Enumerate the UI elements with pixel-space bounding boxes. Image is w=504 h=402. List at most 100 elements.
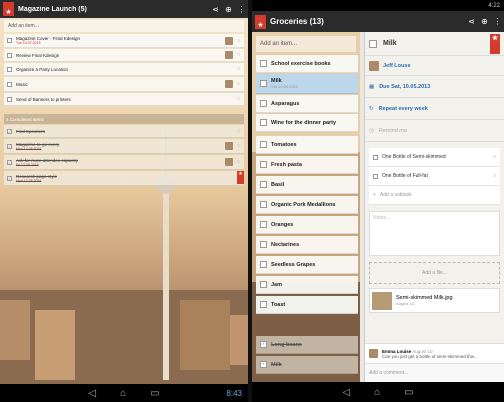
task-row[interactable]: Send of Banners to printers ☆ [4, 93, 244, 106]
task-checkbox[interactable] [260, 119, 267, 126]
add-user-icon[interactable]: ⊕ [222, 5, 235, 14]
task-row[interactable]: Music ☆ [4, 77, 244, 92]
task-checkbox-checked[interactable]: ✓ [7, 175, 12, 181]
task-checkbox[interactable] [260, 141, 267, 148]
task-checkbox-checked[interactable]: ✓ [7, 143, 12, 149]
system-nav-bar: ◁ ⌂ ▭ 8:43 [0, 384, 248, 402]
notes-field[interactable]: Notes... [369, 211, 500, 256]
task-row[interactable]: Organic Pork Medallions [256, 196, 358, 214]
recent-apps-icon[interactable]: ▭ [150, 388, 159, 399]
share-icon[interactable]: ⋖ [465, 17, 478, 26]
task-title: Toast [271, 301, 286, 308]
task-checkbox[interactable] [260, 80, 267, 87]
subtask-checkbox[interactable] [373, 173, 378, 179]
task-checkbox[interactable] [260, 60, 267, 67]
add-item-input[interactable]: Add an item... [256, 36, 356, 52]
recent-apps-icon[interactable]: ▭ [404, 387, 413, 398]
back-icon[interactable]: ◁ [88, 388, 96, 399]
subtask-row[interactable]: One Bottle of Semi-skimmed ≡ [369, 148, 500, 167]
task-row[interactable]: Nectarines [256, 236, 358, 254]
task-checkbox[interactable] [260, 241, 267, 248]
star-icon[interactable]: ☆ [237, 38, 241, 44]
drag-handle-icon[interactable]: ≡ [493, 173, 496, 179]
task-checkbox[interactable] [7, 96, 12, 102]
overflow-menu-icon[interactable]: ⋮ [491, 17, 504, 26]
task-checkbox[interactable] [260, 161, 267, 168]
add-subtask-button[interactable]: + Add a subtask [369, 186, 500, 205]
star-icon[interactable]: ☆ [237, 159, 241, 165]
task-row[interactable]: Basil [256, 176, 358, 194]
completed-task-row[interactable]: ✓ Milk [256, 356, 358, 374]
completed-task-row[interactable]: ✓ Research page style Mon 17.08.2015 [4, 171, 244, 186]
task-checkbox[interactable] [260, 100, 267, 107]
overflow-menu-icon[interactable]: ⋮ [235, 5, 248, 14]
task-checkbox[interactable] [260, 281, 267, 288]
avatar [224, 142, 233, 150]
task-row[interactable]: Seedless Grapes [256, 256, 358, 274]
task-row[interactable]: Jam [256, 276, 358, 294]
task-checkbox-checked[interactable]: ✓ [7, 128, 12, 134]
app-bar: ★ Magazine Launch (5) ⋖ ⊕ ⋮ [0, 0, 248, 18]
subtask-checkbox[interactable] [373, 154, 378, 160]
task-checkbox[interactable] [260, 261, 267, 268]
completed-task-row[interactable]: ✓ Magazine to-go every Mon 17.08.2015 ☆ [4, 139, 244, 154]
task-checkbox[interactable] [7, 66, 12, 72]
subtask-row[interactable]: One Bottle of Full-fat ≡ [369, 167, 500, 186]
task-row[interactable]: Toast [256, 296, 358, 314]
file-attachment[interactable]: Semi-skimmed Milk.jpg August 10 [369, 288, 500, 313]
detail-checkbox[interactable] [369, 39, 377, 48]
star-icon[interactable]: ☆ [237, 96, 241, 102]
task-row-selected[interactable]: Milk Sat 10.05.2013 [256, 74, 358, 94]
task-checkbox[interactable] [260, 201, 267, 208]
task-row[interactable]: Asparagus [256, 95, 358, 113]
task-row[interactable]: Oranges [256, 216, 358, 234]
list-title: Groceries (13) [270, 17, 324, 26]
star-ribbon-icon[interactable]: ★ [490, 33, 500, 54]
task-row[interactable]: Tomatoes [256, 136, 358, 154]
list-title: Magazine Launch (5) [18, 5, 87, 13]
task-checkbox[interactable] [7, 38, 12, 43]
star-icon[interactable]: ☆ [237, 52, 241, 58]
task-checkbox[interactable] [7, 81, 12, 87]
task-detail-panel: Milk ★ Jeff Louse ▦ Due Sat, 10.05.2013 … [364, 32, 504, 382]
star-icon[interactable]: ☆ [237, 143, 241, 149]
starred-ribbon-icon[interactable]: ★ [237, 171, 244, 184]
completed-items-toggle[interactable]: 4 Completed Items [4, 114, 244, 124]
completed-task-row[interactable]: ✓ Ask for more attendee capacity Fri 17.0… [4, 155, 244, 170]
task-row[interactable]: Wine for the dinner party [256, 114, 358, 132]
task-checkbox[interactable] [7, 52, 12, 58]
star-icon[interactable]: ☆ [237, 128, 241, 134]
add-item-input[interactable]: Add an item... [4, 20, 244, 32]
task-row[interactable]: Fresh pasta [256, 156, 358, 174]
comment-date: August 10 [412, 348, 433, 354]
task-row[interactable]: School exercise books [256, 55, 358, 73]
home-icon[interactable]: ⌂ [374, 387, 380, 398]
add-comment-input[interactable]: Add a comment... [365, 363, 504, 382]
task-checkbox[interactable] [260, 181, 267, 188]
home-icon[interactable]: ⌂ [120, 388, 126, 399]
add-file-button[interactable]: Add a file... [369, 262, 500, 284]
task-row[interactable]: Organize a Party Location ☆ [4, 63, 244, 76]
add-user-icon[interactable]: ⊕ [478, 17, 491, 26]
task-checkbox[interactable] [260, 221, 267, 228]
task-checkbox-checked[interactable]: ✓ [260, 341, 267, 348]
task-checkbox-checked[interactable]: ✓ [260, 361, 267, 368]
completed-task-row[interactable]: ✓ Long beans [256, 336, 358, 354]
back-icon[interactable]: ◁ [342, 387, 350, 398]
detail-title[interactable]: Milk [383, 40, 490, 47]
share-icon[interactable]: ⋖ [209, 5, 222, 14]
star-icon[interactable]: ☆ [237, 66, 241, 72]
reminder-label: Remind me [378, 127, 407, 134]
repeat-row[interactable]: ↻ Repeat every week [365, 98, 504, 120]
task-row[interactable]: Magazine Cover - Final Kdesign Tue 14.07.… [4, 34, 244, 48]
task-row[interactable]: Review Final Kdesign ☆ [4, 49, 244, 62]
reminder-row[interactable]: ◷ Remind me [365, 120, 504, 142]
assignee-row[interactable]: Jeff Louse [365, 56, 504, 76]
completed-task-row[interactable]: ✓ Find Speakers ☆ [4, 125, 244, 138]
drag-handle-icon[interactable]: ≡ [493, 154, 496, 160]
task-checkbox-checked[interactable]: ✓ [7, 159, 12, 165]
task-checkbox[interactable] [260, 301, 267, 308]
due-date-row[interactable]: ▦ Due Sat, 10.05.2013 [365, 76, 504, 98]
star-icon[interactable]: ☆ [237, 81, 241, 87]
calendar-icon: ▦ [369, 83, 375, 90]
